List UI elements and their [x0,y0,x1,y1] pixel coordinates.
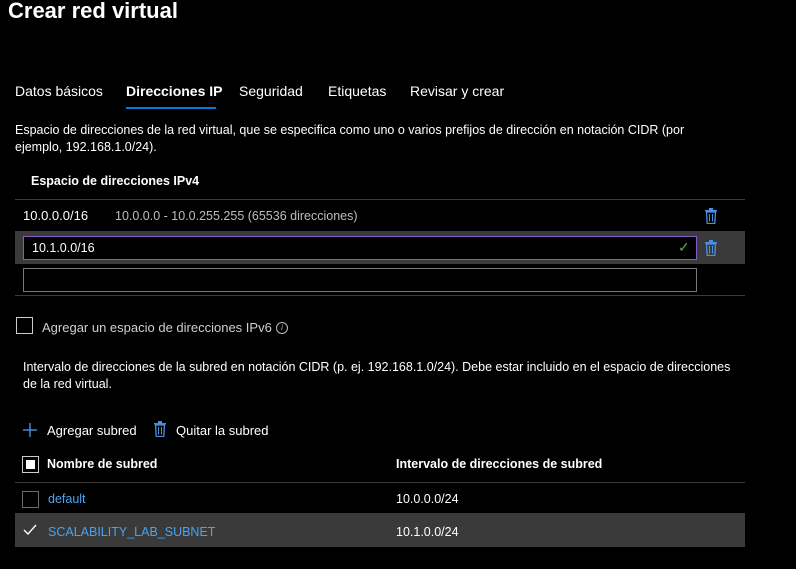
address-cidr: 10.0.0.0/16 [23,208,89,223]
page-title: Crear red virtual [8,0,178,23]
tab-basics[interactable]: Datos básicos [15,83,103,99]
column-header-range: Intervalo de direcciones de subred [396,457,603,471]
select-all-checkbox[interactable] [22,456,39,473]
divider [15,199,745,200]
remove-subnet-button[interactable]: Quitar la subred [176,423,269,438]
delete-address-icon[interactable] [704,208,718,224]
tab-tags[interactable]: Etiquetas [328,83,386,99]
address-space-input[interactable] [23,236,697,260]
delete-address-icon[interactable] [704,240,718,256]
tab-ip-addresses[interactable]: Direcciones IP [126,83,223,99]
ipv4-header: Espacio de direcciones IPv4 [31,174,200,188]
subnet-name-link[interactable]: default [48,492,86,506]
address-space-description: Espacio de direcciones de la red virtual… [15,123,685,154]
plus-icon [23,423,37,437]
tab-review-create[interactable]: Revisar y crear [410,83,504,99]
tab-security[interactable]: Seguridad [239,83,303,99]
ipv6-label: Agregar un espacio de direcciones IPv6 [42,320,272,335]
address-range: 10.0.0.0 - 10.0.255.255 (65536 direccion… [115,209,358,223]
ipv6-checkbox[interactable] [16,317,33,334]
add-subnet-button[interactable]: Agregar subred [47,423,137,438]
subnet-name-link[interactable]: SCALABILITY_LAB_SUBNET [48,525,215,539]
valid-check-icon: ✓ [678,239,690,255]
subnet-range: 10.1.0.0/24 [396,525,459,539]
checkmark-icon[interactable] [23,524,37,536]
active-tab-indicator [126,107,216,109]
subnet-range: 10.0.0.0/24 [396,492,459,506]
new-address-input[interactable] [23,268,697,292]
column-header-name: Nombre de subred [47,457,158,471]
subnet-description: Intervalo de direcciones de la subred en… [23,360,731,391]
row-checkbox[interactable] [22,491,39,508]
trash-icon [154,421,166,437]
divider [15,482,745,483]
create-vnet-page: Crear red virtual Datos básicos Direccio… [0,0,796,569]
info-icon[interactable]: i [276,322,288,334]
divider [15,295,745,296]
